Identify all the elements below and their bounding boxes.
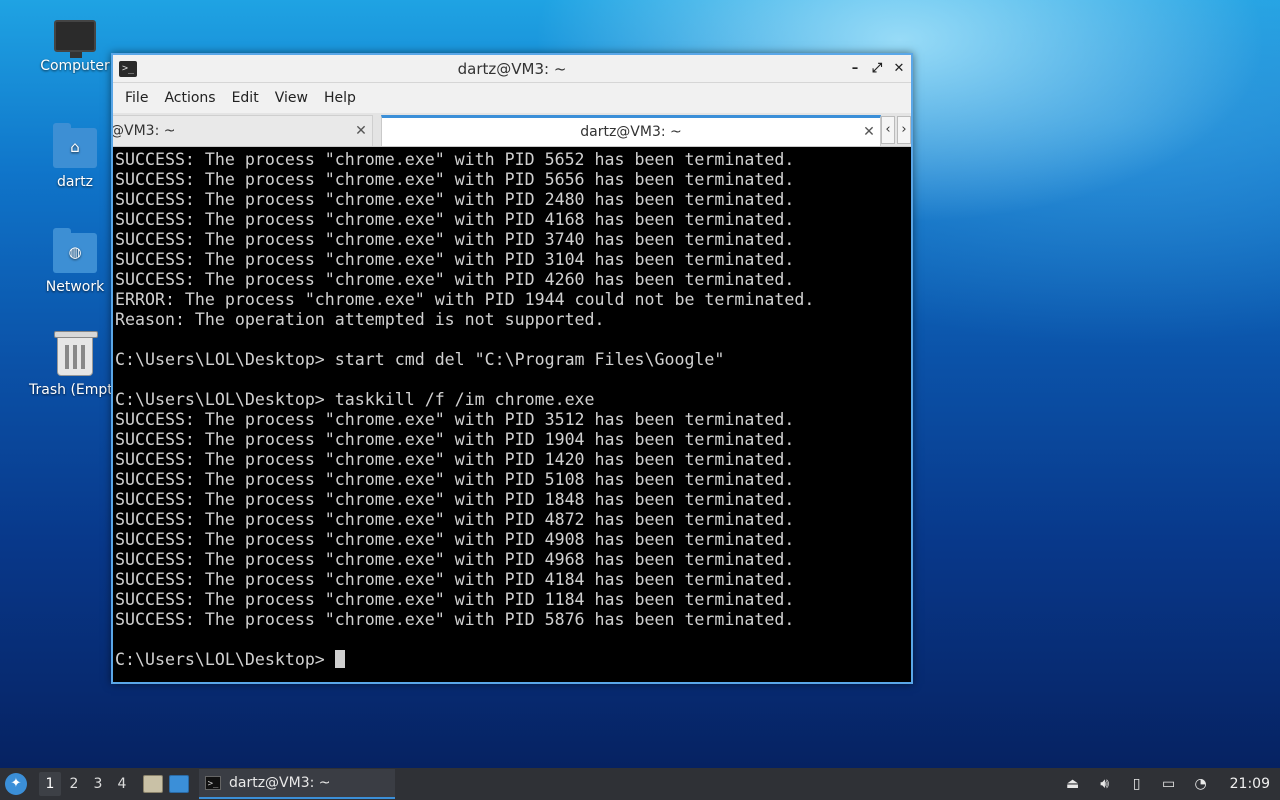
show-desktop-icon[interactable] <box>169 775 189 793</box>
taskbar: ✦ 1 2 3 4 >_ dartz@VM3: ~ ⏏ 🔊︎ ▯ ▭ ◔ 21:… <box>0 768 1280 800</box>
computer-icon <box>54 20 96 58</box>
menu-file[interactable]: File <box>117 86 156 110</box>
terminal-line: SUCCESS: The process "chrome.exe" with P… <box>115 250 795 269</box>
tab-bar: @VM3: ~ ✕ dartz@VM3: ~ ✕ ‹ › <box>113 113 911 147</box>
tab-scroll-right-button[interactable]: › <box>897 116 911 144</box>
terminal-window[interactable]: >_ dartz@VM3: ~ – ⤢ ✕ File Actions Edit … <box>111 53 913 684</box>
menubar: File Actions Edit View Help <box>113 83 911 113</box>
workspace-3-button[interactable]: 3 <box>87 772 109 796</box>
terminal-line: Reason: The operation attempted is not s… <box>115 310 605 329</box>
minimize-button[interactable]: – <box>847 60 863 78</box>
terminal-line: SUCCESS: The process "chrome.exe" with P… <box>115 170 795 189</box>
terminal-output[interactable]: SUCCESS: The process "chrome.exe" with P… <box>113 148 911 682</box>
workspace-1-button[interactable]: 1 <box>39 772 61 796</box>
terminal-line: C:\Users\LOL\Desktop> start cmd del "C:\… <box>115 350 725 369</box>
terminal-line: SUCCESS: The process "chrome.exe" with P… <box>115 590 795 609</box>
terminal-line: SUCCESS: The process "chrome.exe" with P… <box>115 210 795 229</box>
terminal-line: C:\Users\LOL\Desktop> taskkill /f /im ch… <box>115 390 595 409</box>
terminal-line: SUCCESS: The process "chrome.exe" with P… <box>115 150 795 169</box>
terminal-line: SUCCESS: The process "chrome.exe" with P… <box>115 450 795 469</box>
menu-help[interactable]: Help <box>316 86 364 110</box>
terminal-line: SUCCESS: The process "chrome.exe" with P… <box>115 510 795 529</box>
terminal-line: SUCCESS: The process "chrome.exe" with P… <box>115 530 795 549</box>
file-manager-icon[interactable] <box>143 775 163 793</box>
tab-scroll-left-button[interactable]: ‹ <box>881 116 895 144</box>
volume-icon[interactable]: 🔊︎ <box>1096 775 1114 793</box>
network-folder-icon: ◍ <box>53 228 97 273</box>
terminal-line: SUCCESS: The process "chrome.exe" with P… <box>115 270 795 289</box>
workspace-2-button[interactable]: 2 <box>63 772 85 796</box>
terminal-line: SUCCESS: The process "chrome.exe" with P… <box>115 490 795 509</box>
eject-icon[interactable]: ⏏ <box>1064 775 1082 793</box>
terminal-app-icon[interactable]: >_ <box>119 60 137 77</box>
trash-icon <box>54 331 98 376</box>
terminal-line: SUCCESS: The process "chrome.exe" with P… <box>115 470 795 489</box>
window-titlebar[interactable]: >_ dartz@VM3: ~ – ⤢ ✕ <box>113 55 911 83</box>
network-icon[interactable]: ▭ <box>1160 775 1178 793</box>
terminal-icon: >_ <box>205 776 221 790</box>
taskbar-item-terminal[interactable]: >_ dartz@VM3: ~ <box>199 769 395 799</box>
menu-view[interactable]: View <box>267 86 316 110</box>
terminal-line: SUCCESS: The process "chrome.exe" with P… <box>115 410 795 429</box>
tab-label: @VM3: ~ <box>113 123 176 139</box>
terminal-line: SUCCESS: The process "chrome.exe" with P… <box>115 610 795 629</box>
clock[interactable]: 21:09 <box>1230 776 1270 792</box>
terminal-line: SUCCESS: The process "chrome.exe" with P… <box>115 570 795 589</box>
window-title: dartz@VM3: ~ <box>457 59 567 78</box>
close-button[interactable]: ✕ <box>891 60 907 78</box>
terminal-line: SUCCESS: The process "chrome.exe" with P… <box>115 230 795 249</box>
tab-close-icon[interactable]: ✕ <box>350 123 372 139</box>
tab-label: dartz@VM3: ~ <box>580 124 682 140</box>
menu-actions[interactable]: Actions <box>156 86 223 110</box>
terminal-line: SUCCESS: The process "chrome.exe" with P… <box>115 550 795 569</box>
start-menu-icon[interactable]: ✦ <box>5 773 27 795</box>
terminal-prompt: C:\Users\LOL\Desktop> <box>115 650 335 669</box>
terminal-prompt-line[interactable]: C:\Users\LOL\Desktop> <box>115 650 911 670</box>
tab-active[interactable]: dartz@VM3: ~ ✕ <box>381 115 881 146</box>
terminal-line: ERROR: The process "chrome.exe" with PID… <box>115 290 815 309</box>
terminal-line: SUCCESS: The process "chrome.exe" with P… <box>115 190 795 209</box>
tab-inactive[interactable]: @VM3: ~ ✕ <box>113 115 373 146</box>
text-cursor <box>334 650 345 668</box>
workspace-4-button[interactable]: 4 <box>111 772 133 796</box>
tab-close-icon[interactable]: ✕ <box>858 124 880 140</box>
maximize-button[interactable]: ⤢ <box>869 60 885 78</box>
system-tray: ⏏ 🔊︎ ▯ ▭ ◔ 21:09 <box>1064 775 1270 793</box>
menu-edit[interactable]: Edit <box>224 86 267 110</box>
terminal-line: SUCCESS: The process "chrome.exe" with P… <box>115 430 795 449</box>
home-folder-icon: ⌂ <box>53 123 97 168</box>
clipboard-icon[interactable]: ▯ <box>1128 775 1146 793</box>
taskbar-item-label: dartz@VM3: ~ <box>229 775 331 791</box>
update-notifier-icon[interactable]: ◔ <box>1192 775 1210 793</box>
